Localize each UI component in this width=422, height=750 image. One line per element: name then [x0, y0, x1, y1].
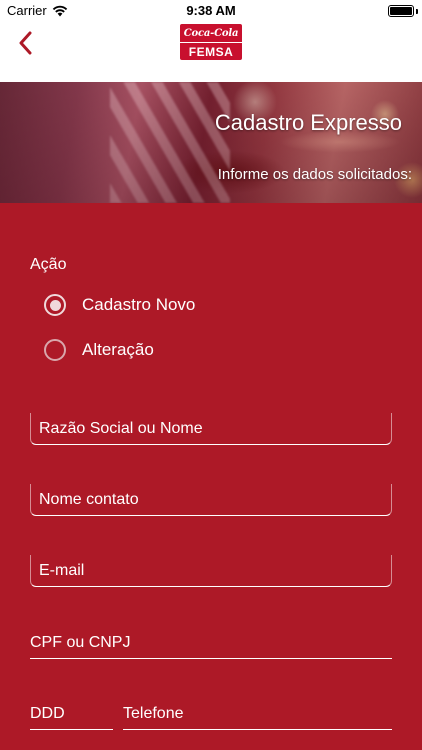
ddd-placeholder: DDD	[30, 705, 65, 722]
telefone-input[interactable]: Telefone	[123, 698, 392, 730]
battery-tip	[416, 9, 418, 14]
chevron-left-icon	[19, 31, 32, 55]
cpf-cnpj-input[interactable]: CPF ou CNPJ	[30, 627, 392, 659]
status-time: 9:38 AM	[186, 3, 236, 18]
radio-checked-icon	[44, 294, 66, 316]
radio-label: Alteração	[82, 340, 154, 359]
logo-wordmark: FEMSA	[180, 42, 242, 60]
page-subtitle: Informe os dados solicitados:	[217, 166, 412, 183]
ddd-input[interactable]: DDD	[30, 698, 113, 730]
navigation-bar: Coca-Cola FEMSA	[0, 22, 422, 82]
page-title: Cadastro Expresso	[214, 110, 402, 135]
email-input[interactable]: E-mail	[30, 555, 392, 587]
radio-label: Cadastro Novo	[82, 295, 196, 314]
razao-social-input[interactable]: Razão Social ou Nome	[30, 413, 392, 445]
back-button[interactable]	[12, 28, 38, 58]
status-bar: Carrier 9:38 AM	[0, 0, 422, 22]
logo-script: Coca-Cola	[180, 24, 242, 42]
battery-icon	[388, 5, 414, 17]
hero-banner: Cadastro Expresso Informe os dados solic…	[0, 82, 422, 203]
registration-form: Ação Cadastro Novo Alteração Razão Socia…	[0, 203, 422, 750]
hero-overlay	[0, 82, 422, 203]
action-label: Ação	[30, 256, 67, 273]
radio-alteracao[interactable]: Alteração	[44, 339, 154, 361]
email-placeholder: E-mail	[39, 562, 85, 579]
radio-cadastro-novo[interactable]: Cadastro Novo	[44, 294, 195, 316]
nome-contato-placeholder: Nome contato	[39, 491, 139, 508]
coca-cola-femsa-logo: Coca-Cola FEMSA	[180, 24, 242, 60]
cpf-cnpj-placeholder: CPF ou CNPJ	[30, 634, 131, 651]
radio-unchecked-icon	[44, 339, 66, 361]
razao-social-placeholder: Razão Social ou Nome	[39, 420, 203, 437]
nome-contato-input[interactable]: Nome contato	[30, 484, 392, 516]
telefone-placeholder: Telefone	[123, 705, 184, 722]
